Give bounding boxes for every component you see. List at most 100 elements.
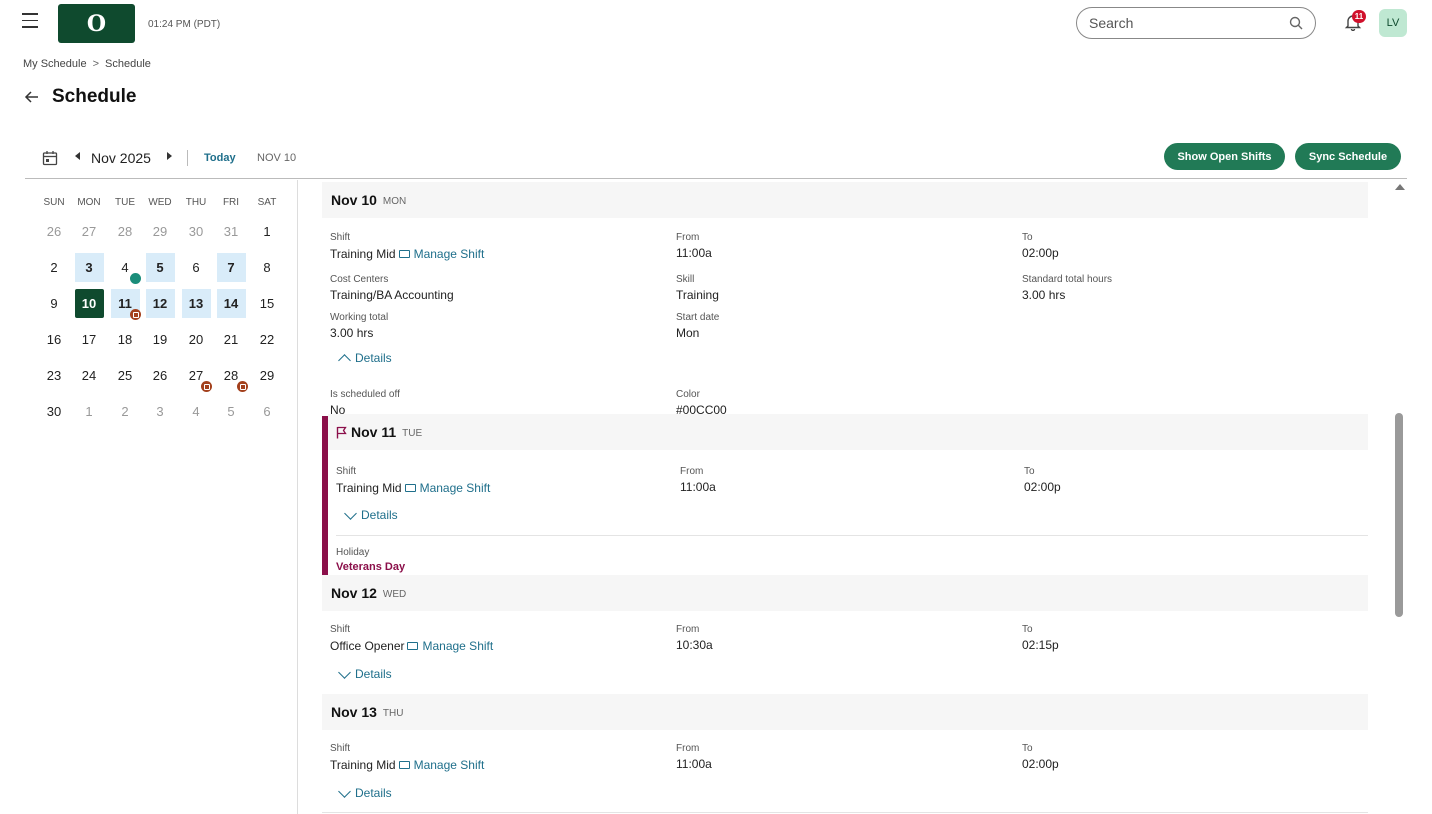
back-arrow-icon[interactable] <box>24 88 40 106</box>
to-value: 02:00p <box>1022 246 1059 260</box>
calendar-day[interactable]: 29 <box>253 361 282 390</box>
to-label: To <box>1022 232 1033 243</box>
search-icon[interactable] <box>1289 16 1303 30</box>
calendar-day[interactable]: 2 <box>111 397 140 426</box>
calendar-day[interactable]: 24 <box>75 361 104 390</box>
divider <box>336 535 1368 536</box>
to-label: To <box>1024 466 1035 477</box>
month-label: Nov 2025 <box>91 150 151 166</box>
weekday-header: TUE <box>115 197 135 208</box>
calendar-day[interactable]: 31 <box>217 217 246 246</box>
manage-shift-link[interactable]: Manage Shift <box>420 481 491 495</box>
calendar-day[interactable]: 25 <box>111 361 140 390</box>
calendar-day[interactable]: 21 <box>217 325 246 354</box>
scroll-up-icon[interactable] <box>1395 184 1405 190</box>
manage-shift-icon[interactable] <box>398 250 410 258</box>
shift-label: Shift <box>330 743 351 754</box>
search-input[interactable] <box>1089 15 1289 31</box>
calendar-day[interactable]: 13 <box>181 289 211 318</box>
calendar-day[interactable]: 2 <box>40 253 69 282</box>
shift-value: Training Mid Manage Shift <box>330 247 484 261</box>
from-label: From <box>676 624 700 635</box>
previous-month-icon[interactable] <box>75 152 80 160</box>
manage-shift-icon[interactable] <box>404 484 416 492</box>
from-value: 11:00a <box>676 757 712 771</box>
shift-value: Office Opener Manage Shift <box>330 639 493 653</box>
calendar-day[interactable]: 14 <box>216 289 246 318</box>
calendar-day[interactable]: 8 <box>253 253 282 282</box>
calendar-day[interactable]: 3 <box>74 253 104 282</box>
calendar-day[interactable]: 1 <box>253 217 282 246</box>
calendar-day[interactable]: 5 <box>217 397 246 426</box>
day-header-nov-10: Nov 10 MON <box>322 182 1368 218</box>
weekday-header: SUN <box>43 197 65 208</box>
working-total-label: Working total <box>330 312 389 323</box>
scrollbar-thumb[interactable] <box>1395 413 1403 617</box>
today-link[interactable]: Today <box>204 152 236 164</box>
calendar-day[interactable]: 23 <box>40 361 69 390</box>
details-toggle[interactable]: Details <box>338 784 392 800</box>
manage-shift-link[interactable]: Manage Shift <box>414 758 485 772</box>
weekday-header: FRI <box>222 197 240 208</box>
calendar-day[interactable]: 29 <box>146 217 175 246</box>
manage-shift-link[interactable]: Manage Shift <box>422 639 493 653</box>
manage-shift-icon[interactable] <box>398 761 410 769</box>
calendar-day[interactable]: 26 <box>40 217 69 246</box>
calendar-day[interactable]: 17 <box>75 325 104 354</box>
manage-shift-link[interactable]: Manage Shift <box>414 247 485 261</box>
calendar-day[interactable]: 30 <box>40 397 69 426</box>
holiday-flag-icon <box>130 309 141 320</box>
flag-icon <box>336 426 347 438</box>
from-value: 11:00a <box>676 246 712 260</box>
calendar-day[interactable]: 12 <box>145 289 175 318</box>
current-time: 01:24 PM (PDT) <box>148 19 221 30</box>
calendar-day[interactable]: 9 <box>40 289 69 318</box>
skill-value: Training <box>676 288 719 302</box>
calendar-day[interactable]: 30 <box>182 217 211 246</box>
shift-label: Shift <box>330 232 351 243</box>
calendar-day[interactable]: 5 <box>145 253 175 282</box>
weekday-header: SAT <box>257 197 277 208</box>
calendar-day[interactable]: 1 <box>75 397 104 426</box>
from-value: 11:00a <box>680 480 716 494</box>
search-box[interactable] <box>1076 7 1316 39</box>
next-month-icon[interactable] <box>167 152 172 160</box>
calendar-day[interactable]: 16 <box>40 325 69 354</box>
calendar-day[interactable]: 18 <box>111 325 140 354</box>
calendar-day[interactable]: 19 <box>146 325 175 354</box>
details-toggle[interactable]: Details <box>338 665 392 681</box>
weekday-header: MON <box>77 197 101 208</box>
calendar-day[interactable]: 20 <box>182 325 211 354</box>
details-toggle[interactable]: Details <box>338 351 392 367</box>
hamburger-menu-icon[interactable] <box>22 13 40 31</box>
avatar[interactable]: LV <box>1379 9 1407 37</box>
calendar-day[interactable]: 22 <box>253 325 282 354</box>
standard-hours-value: 3.00 hrs <box>1022 288 1066 302</box>
calendar-day[interactable]: 4 <box>182 397 211 426</box>
skill-label: Skill <box>676 274 695 285</box>
scrollbar[interactable] <box>1393 181 1407 814</box>
calendar-day[interactable]: 6 <box>253 397 282 426</box>
calendar-day[interactable]: 6 <box>182 253 211 282</box>
sync-schedule-button[interactable]: Sync Schedule <box>1295 143 1401 170</box>
day-date: Nov 11 <box>351 424 397 440</box>
calendar-day[interactable]: 26 <box>146 361 175 390</box>
calendar-day[interactable]: 7 <box>216 253 246 282</box>
day-weekday: THU <box>382 707 404 719</box>
calendar-day[interactable]: 10 <box>74 289 104 318</box>
manage-shift-icon[interactable] <box>407 642 419 650</box>
chevron-down-icon <box>338 665 351 679</box>
calendar-day[interactable]: 15 <box>253 289 282 318</box>
calendar-icon[interactable] <box>42 150 58 166</box>
breadcrumb-schedule: Schedule <box>105 58 151 70</box>
calendar-day[interactable]: 27 <box>75 217 104 246</box>
details-toggle[interactable]: Details <box>344 506 398 522</box>
calendar-day[interactable]: 3 <box>146 397 175 426</box>
calendar-day[interactable]: 28 <box>111 217 140 246</box>
app-logo[interactable]: O <box>58 4 135 43</box>
shift-value: Training Mid Manage Shift <box>336 481 490 495</box>
mini-calendar: SUN MON TUE WED THU FRI SAT 26 27 28 29 30 31 1 2 3 4 5 6 7… <box>25 180 298 814</box>
show-open-shifts-button[interactable]: Show Open Shifts <box>1164 143 1285 170</box>
breadcrumb-my-schedule[interactable]: My Schedule <box>23 58 87 70</box>
breadcrumb-separator: > <box>92 58 100 70</box>
